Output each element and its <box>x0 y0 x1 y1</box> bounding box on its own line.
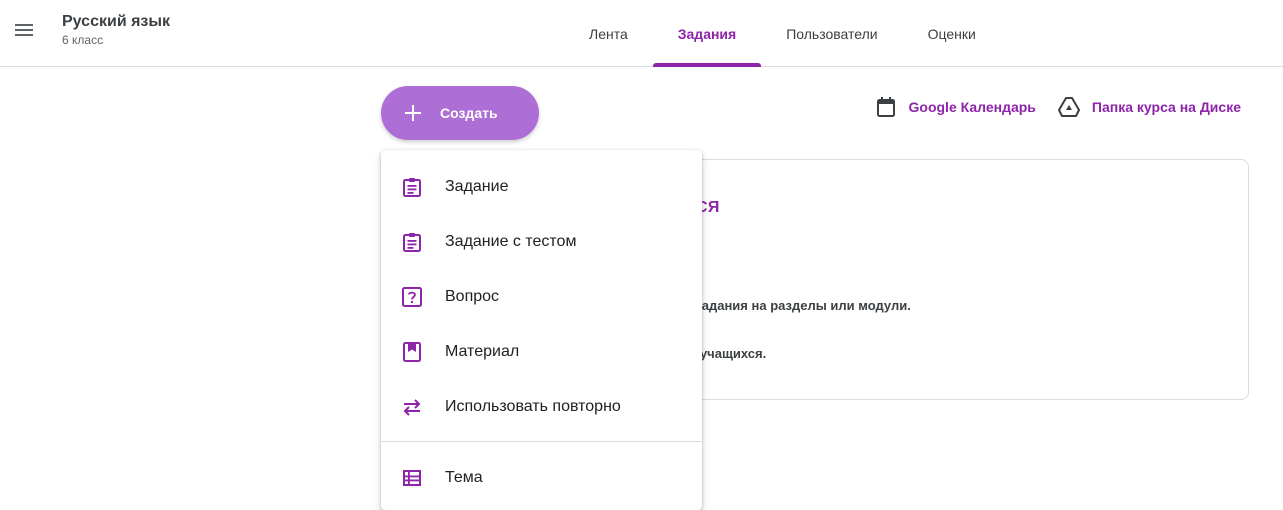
menu-item-label: Вопрос <box>445 288 500 305</box>
drive-link-label: Папка курса на Диске <box>1091 99 1241 115</box>
calendar-icon <box>875 96 897 118</box>
menu-item-material[interactable]: Материал <box>381 325 702 379</box>
drive-folder-link[interactable]: Папка курса на Диске <box>1057 96 1241 118</box>
menu-item-question[interactable]: Вопрос <box>381 270 702 324</box>
google-calendar-link[interactable]: Google Календарь <box>875 96 1036 118</box>
course-tabs: Лента Задания Пользователи Оценки <box>564 0 1001 67</box>
tab-label: Пользователи <box>786 25 878 42</box>
create-button-label: Создать <box>440 105 498 121</box>
menu-item-quiz-assignment[interactable]: Задание с тестом <box>381 215 702 269</box>
menu-item-assignment[interactable]: Задание <box>381 160 702 214</box>
main-menu-button[interactable] <box>10 16 38 44</box>
calendar-link-label: Google Календарь <box>908 99 1036 115</box>
menu-item-label: Тема <box>445 469 483 486</box>
quiz-assignment-icon <box>400 230 424 254</box>
menu-item-label: Задание с тестом <box>445 233 577 250</box>
topic-icon <box>400 466 424 490</box>
quick-links: Google Календарь Папка курса на Диске <box>853 96 1241 118</box>
course-title: Русский язык <box>62 13 171 30</box>
google-drive-icon <box>1057 96 1080 118</box>
hamburger-menu-icon <box>15 24 33 36</box>
course-section: 6 класс <box>62 33 104 47</box>
menu-item-reuse-post[interactable]: Использовать повторно <box>381 380 702 434</box>
active-tab-indicator <box>652 63 762 67</box>
tab-label: Оценки <box>927 25 976 42</box>
menu-item-label: Задание <box>445 178 509 195</box>
plus-icon <box>402 102 424 124</box>
assignment-icon <box>400 175 424 199</box>
menu-item-label: Материал <box>445 343 520 360</box>
menu-item-topic[interactable]: Тема <box>381 451 702 505</box>
tab-people[interactable]: Пользователи <box>761 0 902 67</box>
menu-item-label: Использовать повторно <box>445 398 621 415</box>
reuse-post-icon <box>400 395 424 419</box>
tab-stream[interactable]: Лента <box>564 0 653 67</box>
create-menu: Задание Задание с тестом Вопрос Материал… <box>381 150 702 510</box>
question-icon <box>400 285 424 309</box>
top-app-bar: Русский язык 6 класс Лента Задания Польз… <box>0 0 1283 67</box>
material-icon <box>400 340 424 364</box>
tab-classwork[interactable]: Задания <box>652 0 762 67</box>
tab-label: Лента <box>589 25 628 42</box>
create-button[interactable]: Создать <box>381 86 539 140</box>
menu-divider <box>381 441 702 442</box>
tab-label: Задания <box>677 25 737 42</box>
course-header[interactable]: Русский язык 6 класс <box>62 12 170 48</box>
tab-grades[interactable]: Оценки <box>903 0 1001 67</box>
